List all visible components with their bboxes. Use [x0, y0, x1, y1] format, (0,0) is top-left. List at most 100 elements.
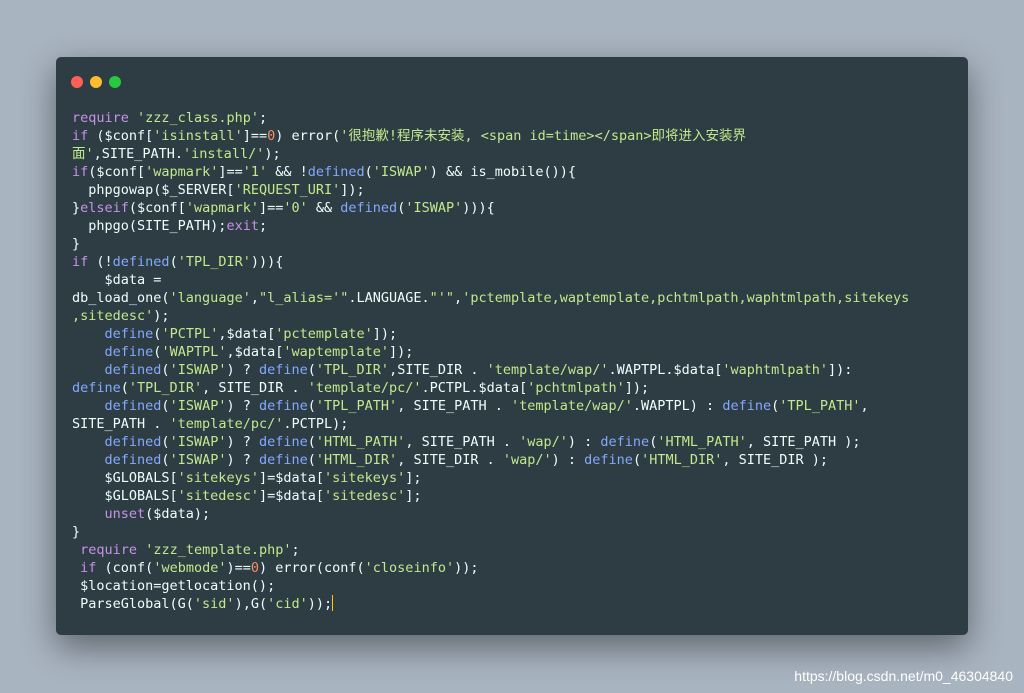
code-token: unset	[104, 506, 146, 522]
code-token: ,sitedesc'	[72, 308, 154, 324]
code-token: ]);	[372, 326, 398, 342]
code-line: defined('ISWAP') ? define('HTML_DIR', SI…	[72, 451, 958, 469]
code-token: ];	[405, 470, 422, 486]
code-line: defined('ISWAP') ? define('TPL_PATH', SI…	[72, 397, 958, 415]
code-token: && !	[267, 164, 308, 180]
code-line: }	[72, 235, 958, 253]
code-token: 'wap/'	[519, 434, 568, 450]
code-token: 'REQUEST_URI'	[234, 182, 341, 198]
code-token: 'TPL_DIR'	[315, 362, 390, 378]
code-token: (	[307, 362, 316, 378]
code-line: if (conf('webmode')==0) error(conf('clos…	[72, 559, 958, 577]
code-token: (!	[88, 254, 113, 270]
code-token: SITE_PATH .	[72, 416, 170, 432]
code-token: );	[153, 308, 170, 324]
code-token: 'language'	[169, 290, 251, 306]
code-token: (	[161, 434, 170, 450]
code-token: 'ISWAP'	[169, 362, 227, 378]
code-token: }	[72, 236, 81, 252]
code-token: define	[258, 434, 308, 450]
code-token: 'HTML_DIR'	[641, 452, 723, 468]
code-token: (	[120, 380, 129, 396]
code-token: (	[364, 164, 373, 180]
code-token: 'pctemplate'	[275, 326, 373, 342]
code-token: ) ?	[226, 398, 259, 414]
code-token: , SITE_DIR );	[722, 452, 829, 468]
code-token: 'waptemplate'	[283, 344, 390, 360]
code-token: ($data);	[145, 506, 211, 522]
code-token: if	[72, 128, 89, 144]
code-token: defined	[112, 254, 170, 270]
code-token: 'template/pc/'	[307, 380, 422, 396]
code-token: elseif	[80, 200, 129, 216]
code-token: 'wapmark'	[185, 200, 259, 216]
text-cursor	[332, 595, 334, 611]
code-line: ,sitedesc');	[72, 307, 958, 325]
code-window: require 'zzz_class.php'; if ($conf['isins…	[56, 57, 968, 635]
code-token: 'ISWAP'	[169, 398, 227, 414]
code-token: $GLOBALS[	[72, 488, 178, 504]
code-token: (	[771, 398, 780, 414]
code-token: .PCTPL.$data[	[421, 380, 528, 396]
code-token: 'ISWAP'	[405, 200, 463, 216]
code-token: (conf(	[96, 560, 154, 576]
code-token: ;	[258, 110, 268, 126]
code-editor[interactable]: require 'zzz_class.php'; if ($conf['isins…	[72, 109, 958, 613]
code-line: define('PCTPL',$data['pctemplate']);	[72, 325, 958, 343]
code-token: ,SITE_DIR .	[389, 362, 487, 378]
code-token: (	[632, 452, 642, 468]
code-line: phpgowap($_SERVER['REQUEST_URI']);	[72, 181, 958, 199]
code-token: 'template/wap/'	[510, 398, 633, 414]
window-controls	[71, 73, 128, 88]
code-token: define	[72, 380, 121, 396]
code-token: 0	[250, 560, 259, 576]
code-token: (	[161, 452, 170, 468]
code-token: , SITE_DIR .	[202, 380, 308, 396]
code-token: defined	[340, 200, 398, 216]
code-token: (	[161, 398, 170, 414]
code-token: ),G(	[234, 596, 268, 612]
code-token: ) ?	[226, 362, 259, 378]
code-token: if	[80, 560, 97, 576]
code-token: 'isinstall'	[153, 128, 243, 144]
code-token: '很抱歉!程序未安装, <span id=time></span>即将进入安装界	[340, 128, 746, 144]
code-token: "l_alias='"	[258, 290, 349, 306]
code-token: ) error(conf(	[259, 560, 365, 576]
code-token: (	[161, 362, 170, 378]
code-line: require 'zzz_template.php';	[72, 541, 958, 559]
code-token: ,	[250, 290, 259, 306]
close-button[interactable]	[71, 76, 83, 88]
code-line: }elseif($conf['wapmark']=='0' && defined…	[72, 199, 958, 217]
code-token: ;	[258, 218, 268, 234]
code-token: 'sitekeys'	[177, 470, 259, 486]
code-token: 'template/pc/'	[169, 416, 284, 432]
code-token: , SITE_DIR .	[397, 452, 503, 468]
minimize-button[interactable]	[90, 76, 102, 88]
code-line: }	[72, 523, 958, 541]
code-line: db_load_one('language',"l_alias='".LANGU…	[72, 289, 958, 307]
code-token: exit	[226, 218, 259, 234]
code-token: ];	[405, 488, 422, 504]
maximize-button[interactable]	[109, 76, 121, 88]
code-token: 'install/'	[183, 146, 265, 162]
code-token: 'TPL_DIR'	[128, 380, 203, 396]
code-token: ]);	[340, 182, 365, 198]
code-line: defined('ISWAP') ? define('TPL_DIR',SITE…	[72, 361, 958, 379]
code-token: ($conf[	[88, 128, 154, 144]
code-token: }	[72, 200, 81, 216]
code-token: defined	[104, 452, 162, 468]
code-token: if	[72, 164, 89, 180]
code-token: define	[104, 326, 154, 342]
code-token: if	[72, 254, 89, 270]
code-token: phpgowap($_SERVER[	[72, 182, 235, 198]
code-token: phpgo(SITE_PATH);	[72, 218, 227, 234]
code-token: .PCTPL);	[283, 416, 349, 432]
code-token: )==	[226, 560, 251, 576]
code-line: ParseGlobal(G('sid'),G('cid'));	[72, 595, 958, 613]
code-line: SITE_PATH . 'template/pc/'.PCTPL);	[72, 415, 958, 433]
